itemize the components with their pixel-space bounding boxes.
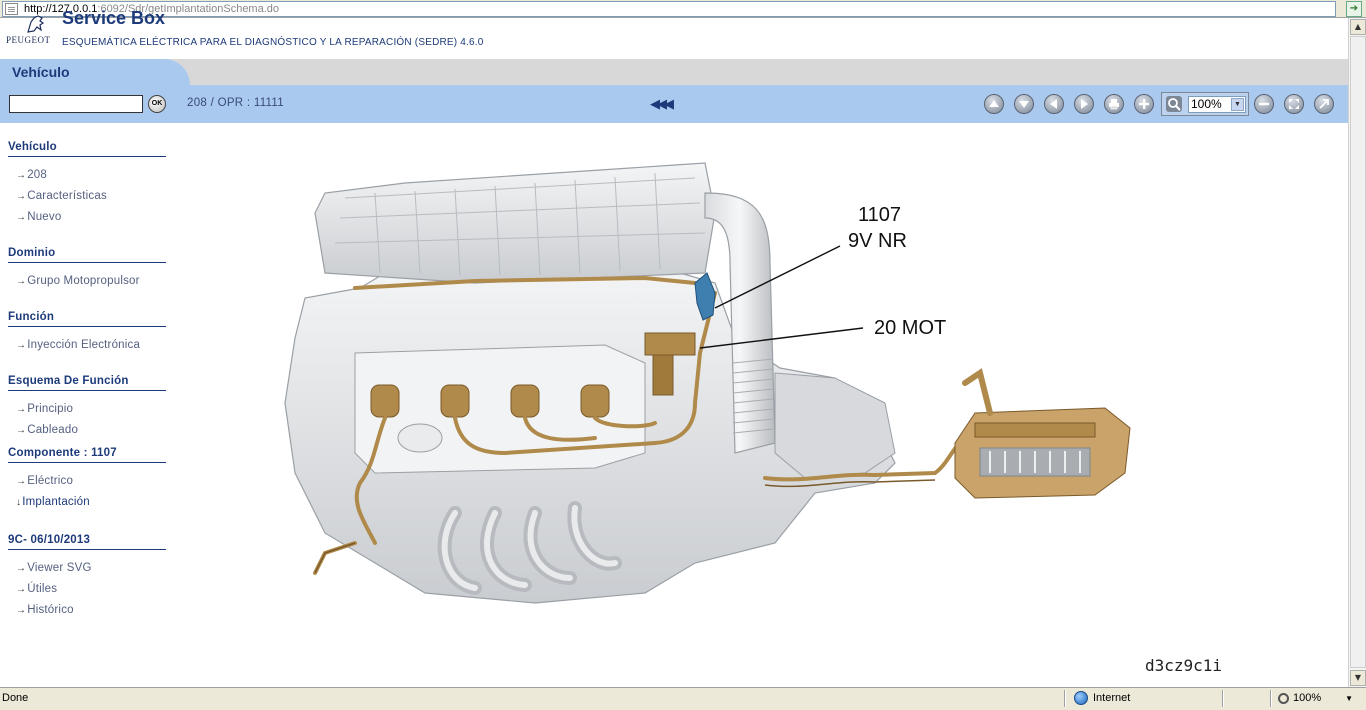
address-bar: http://127.0.0.1:6092/Sdr/getImplantatio… <box>0 0 1366 18</box>
arrow-down-icon[interactable] <box>1014 94 1034 114</box>
status-text: Done <box>2 692 29 704</box>
search-input[interactable] <box>9 95 143 113</box>
sidebar-item-implantacion[interactable]: ↓Implantación <box>16 496 90 508</box>
section-9c: 9C- 06/10/2013 <box>8 534 166 550</box>
ok-button[interactable]: OK <box>148 95 166 113</box>
implantation-drawing-area: 1107 9V NR 20 MOT d3cz9c1i <box>175 123 1348 687</box>
ecu-module <box>954 368 1131 499</box>
zoom-select[interactable]: 100% ▼ <box>1188 96 1246 113</box>
status-bar: Done Internet 100% ▼ <box>0 687 1366 710</box>
connector-20-mot <box>644 332 696 356</box>
label-connector: 20 MOT <box>874 317 947 339</box>
label-component-number: 1107 <box>858 204 902 226</box>
section-componente: Componente : 1107 <box>8 447 166 463</box>
label-component-code: 9V NR <box>848 230 907 252</box>
scroll-down-icon[interactable]: ▼ <box>1350 670 1366 686</box>
fit-screen-icon[interactable] <box>1284 94 1304 114</box>
chevron-down-icon: ▼ <box>1231 98 1244 111</box>
sidebar: Vehículo →208 →Características →Nuevo Do… <box>0 123 175 687</box>
scroll-up-icon[interactable]: ▲ <box>1350 19 1366 35</box>
peugeot-logo: PEUGEOT <box>6 15 60 46</box>
tab-strip: Vehículo <box>0 59 1348 85</box>
sidebar-item-utiles[interactable]: →Útiles <box>16 583 57 595</box>
status-zoom[interactable]: 100% ▼ <box>1278 692 1353 704</box>
status-separator <box>1064 690 1066 707</box>
rewind-icon[interactable]: ◀◀◀ <box>650 97 674 112</box>
section-vehiculo: Vehículo <box>8 141 166 157</box>
brand-text: PEUGEOT <box>6 35 51 45</box>
zoom-control: 100% ▼ <box>1161 92 1249 116</box>
app-title: Service Box <box>62 8 166 28</box>
engine-drawing[interactable] <box>175 123 1348 687</box>
arrow-up-icon[interactable] <box>984 94 1004 114</box>
go-icon[interactable]: ➔ <box>1346 1 1362 17</box>
arrow-right-icon[interactable] <box>1074 94 1094 114</box>
status-separator <box>1270 690 1272 707</box>
sidebar-item-principio[interactable]: →Principio <box>16 403 73 415</box>
fullscreen-icon[interactable] <box>1314 94 1334 114</box>
globe-icon <box>1074 691 1088 705</box>
image-reference: d3cz9c1i <box>1145 656 1223 675</box>
arrow-left-icon[interactable] <box>1044 94 1064 114</box>
app-subtitle: ESQUEMÁTICA ELÉCTRICA PARA EL DIAGNÓSTIC… <box>62 37 484 48</box>
sidebar-item-electrico[interactable]: →Eléctrico <box>16 475 73 487</box>
tab-vehiculo[interactable]: Vehículo <box>0 59 190 85</box>
vertical-scrollbar[interactable]: ▲ ▼ <box>1348 18 1366 687</box>
sidebar-item-cableado[interactable]: →Cableado <box>16 424 78 436</box>
tab-label: Vehículo <box>12 64 70 80</box>
toolbar: OK 208 / OPR : 11111 ◀◀◀ 100% ▼ <box>0 85 1348 123</box>
sidebar-item-grupo-motopropulsor[interactable]: →Grupo Motopropulsor <box>16 275 140 287</box>
lion-icon <box>27 15 45 33</box>
minus-icon[interactable] <box>1254 94 1274 114</box>
zone-label: Internet <box>1093 692 1131 704</box>
url-field[interactable]: http://127.0.0.1:6092/Sdr/getImplantatio… <box>2 1 1336 17</box>
zoom-magnifier-icon[interactable] <box>1166 96 1182 112</box>
section-funcion: Función <box>8 311 166 327</box>
sidebar-item-inyeccion[interactable]: →Inyección Electrónica <box>16 339 140 351</box>
print-icon[interactable] <box>1104 94 1124 114</box>
zoom-icon <box>1278 692 1289 704</box>
plus-icon[interactable] <box>1134 94 1154 114</box>
page-icon <box>5 3 18 15</box>
oil-cap <box>397 423 443 453</box>
section-esquema: Esquema De Función <box>8 375 166 391</box>
status-separator <box>1222 690 1224 707</box>
sidebar-item-historico[interactable]: →Histórico <box>16 604 74 616</box>
app-header: PEUGEOT Service Box ESQUEMÁTICA ELÉCTRIC… <box>0 8 1348 60</box>
status-zoom-value: 100% <box>1293 692 1322 704</box>
sidebar-item-nuevo[interactable]: →Nuevo <box>16 211 61 223</box>
sidebar-item-208[interactable]: →208 <box>16 169 47 181</box>
sidebar-item-viewer-svg[interactable]: →Viewer SVG <box>16 562 92 574</box>
scroll-thumb[interactable] <box>1350 36 1366 668</box>
chevron-down-icon: ▼ <box>1345 693 1354 703</box>
sidebar-item-caracteristicas[interactable]: →Características <box>16 190 107 202</box>
section-dominio: Dominio <box>8 247 166 263</box>
breadcrumb: 208 / OPR : 11111 <box>187 97 284 109</box>
gearbox <box>774 372 896 479</box>
security-zone: Internet <box>1074 691 1130 705</box>
